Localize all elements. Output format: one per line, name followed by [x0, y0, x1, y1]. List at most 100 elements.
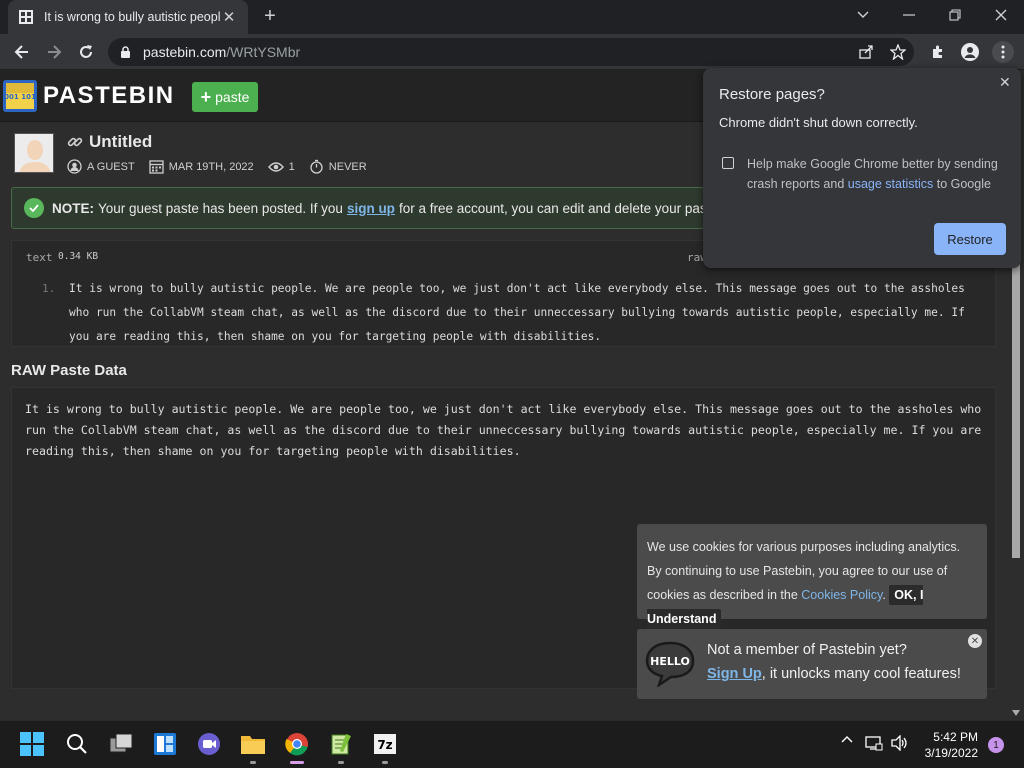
7zip-running-indicator — [382, 761, 388, 764]
scroll-down-icon[interactable] — [1012, 710, 1020, 716]
url-host: pastebin.com — [143, 44, 227, 60]
chrome-active-indicator — [290, 761, 304, 764]
7zip-label: 7z — [377, 738, 392, 752]
paste-title-row: Untitled — [67, 132, 152, 152]
raw-paste-text: It is wrong to bully autistic people. We… — [25, 402, 982, 458]
meta-author: A GUEST — [67, 159, 135, 174]
forward-icon[interactable] — [42, 40, 66, 64]
crash-report-label: Help make Google Chrome better by sendin… — [747, 154, 1009, 194]
restore-window-icon[interactable] — [932, 0, 978, 30]
notepad-plus-plus-icon[interactable] — [328, 731, 354, 757]
new-paste-label: paste — [215, 89, 250, 105]
address-bar[interactable]: pastebin.com/WRtYSMbr — [108, 38, 914, 66]
volume-icon[interactable] — [890, 735, 910, 751]
check-icon — [24, 198, 44, 218]
close-icon[interactable]: ✕ — [999, 74, 1011, 91]
syntax-language-link[interactable]: text — [26, 251, 53, 264]
reload-icon[interactable] — [74, 40, 98, 64]
chrome-menu-icon[interactable] — [992, 41, 1014, 63]
meta-expiry: NEVER — [309, 159, 367, 174]
restore-title: Restore pages? — [719, 86, 825, 103]
clock-time: 5:42 PM — [933, 730, 978, 744]
crash-report-checkbox[interactable] — [722, 157, 734, 169]
paste-expiry: NEVER — [328, 160, 367, 173]
paste-size: 0.34 KB — [58, 251, 99, 262]
restore-button[interactable]: Restore — [934, 223, 1006, 255]
promo-sign-up-link[interactable]: Sign Up — [707, 666, 762, 682]
eye-icon — [267, 161, 284, 172]
browser-tabstrip: It is wrong to bully autistic people! ✕ … — [0, 0, 1024, 34]
start-menu-icon[interactable] — [19, 731, 45, 757]
task-view-icon[interactable] — [108, 731, 134, 757]
notepad-running-indicator — [338, 761, 344, 764]
share-icon[interactable] — [856, 42, 876, 62]
profile-icon[interactable] — [960, 42, 980, 62]
pastebin-favicon-icon — [19, 10, 33, 24]
taskbar-clock[interactable]: 5:42 PM 3/19/2022 — [918, 729, 978, 761]
calendar-icon — [149, 160, 164, 174]
bookmark-star-icon[interactable] — [888, 42, 908, 62]
extensions-icon[interactable] — [928, 42, 948, 62]
new-paste-button[interactable]: + paste — [192, 82, 258, 112]
url-path: /WRtYSMbr — [226, 44, 301, 60]
cookie-consent-popup: We use cookies for various purposes incl… — [637, 524, 987, 629]
7zip-icon[interactable]: 7z — [372, 731, 398, 757]
network-icon[interactable] — [864, 735, 884, 751]
line-text: It is wrong to bully autistic people. We… — [69, 282, 965, 343]
search-icon[interactable] — [64, 731, 90, 757]
hello-speech-bubble-icon: HELLO — [645, 641, 695, 687]
back-icon[interactable] — [10, 40, 34, 64]
notification-badge[interactable]: 1 — [988, 737, 1004, 753]
site-logo-text[interactable]: PASTEBIN — [43, 82, 175, 110]
guest-avatar-icon — [15, 134, 53, 172]
paste-meta: A GUEST MAR 19TH, 2022 1 NEVER — [67, 159, 381, 174]
stopwatch-icon — [310, 159, 323, 174]
tab-search-icon[interactable] — [840, 0, 886, 30]
browser-tab[interactable]: It is wrong to bully autistic people! ✕ — [8, 0, 248, 34]
browser-toolbar: pastebin.com/WRtYSMbr — [0, 34, 1024, 70]
lock-icon[interactable] — [120, 45, 131, 59]
paste-title: Untitled — [89, 132, 153, 151]
notice-text-post: for a free account, you can edit and del… — [398, 200, 729, 216]
widgets-icon[interactable] — [152, 731, 178, 757]
cookies-policy-link[interactable]: Cookies Policy — [801, 588, 882, 602]
raw-paste-heading: RAW Paste Data — [11, 362, 127, 379]
tab-title: It is wrong to bully autistic people! — [44, 10, 220, 24]
meta-date: MAR 19TH, 2022 — [149, 159, 254, 174]
hello-logo-text: HELLO — [650, 655, 690, 668]
tab-close-icon[interactable]: ✕ — [220, 8, 238, 26]
promo-close-icon[interactable]: ✕ — [968, 634, 982, 648]
help-text-post: to Google — [936, 177, 991, 191]
promo-line-2: Sign Up, it unlocks many cool features! — [707, 666, 961, 682]
clock-date: 3/19/2022 — [924, 746, 978, 760]
notice-text-pre: Your guest paste has been posted. If you — [98, 200, 343, 216]
notice-label: NOTE: — [52, 200, 94, 216]
teams-chat-icon[interactable] — [196, 731, 222, 757]
explorer-running-indicator — [250, 761, 256, 764]
promo-line-1: Not a member of Pastebin yet? — [707, 642, 907, 658]
new-tab-icon[interactable]: + — [260, 6, 280, 26]
line-number: 1. — [42, 282, 56, 295]
sign-up-link[interactable]: sign up — [347, 201, 395, 216]
paste-date: MAR 19TH, 2022 — [168, 160, 254, 173]
logo-badge: 1001 1011 — [3, 93, 37, 101]
pastebin-logo-icon[interactable]: 1001 1011 — [3, 76, 37, 114]
promo-line-2-text: , it unlocks many cool features! — [761, 666, 961, 682]
file-explorer-icon[interactable] — [240, 731, 266, 757]
avatar — [14, 133, 54, 173]
paste-author: A GUEST — [87, 160, 135, 173]
restore-subtitle: Chrome didn't shut down correctly. — [719, 115, 918, 130]
link-icon[interactable] — [67, 134, 83, 150]
plus-icon: + — [200, 86, 212, 107]
paste-views: 1 — [288, 160, 295, 173]
close-window-icon[interactable] — [978, 0, 1024, 30]
user-icon — [67, 159, 82, 174]
signup-promo-popup: HELLO Not a member of Pastebin yet? Sign… — [637, 629, 987, 699]
show-hidden-icons-chevron-up-icon[interactable] — [838, 735, 856, 743]
meta-views: 1 — [267, 160, 295, 173]
usage-statistics-link[interactable]: usage statistics — [848, 177, 933, 191]
minimize-icon[interactable] — [886, 0, 932, 30]
chrome-icon[interactable] — [284, 731, 310, 757]
restore-pages-popup: Restore pages? Chrome didn't shut down c… — [703, 68, 1021, 268]
windows-taskbar: 7z 5:42 PM 3/19/2022 1 — [0, 720, 1024, 768]
